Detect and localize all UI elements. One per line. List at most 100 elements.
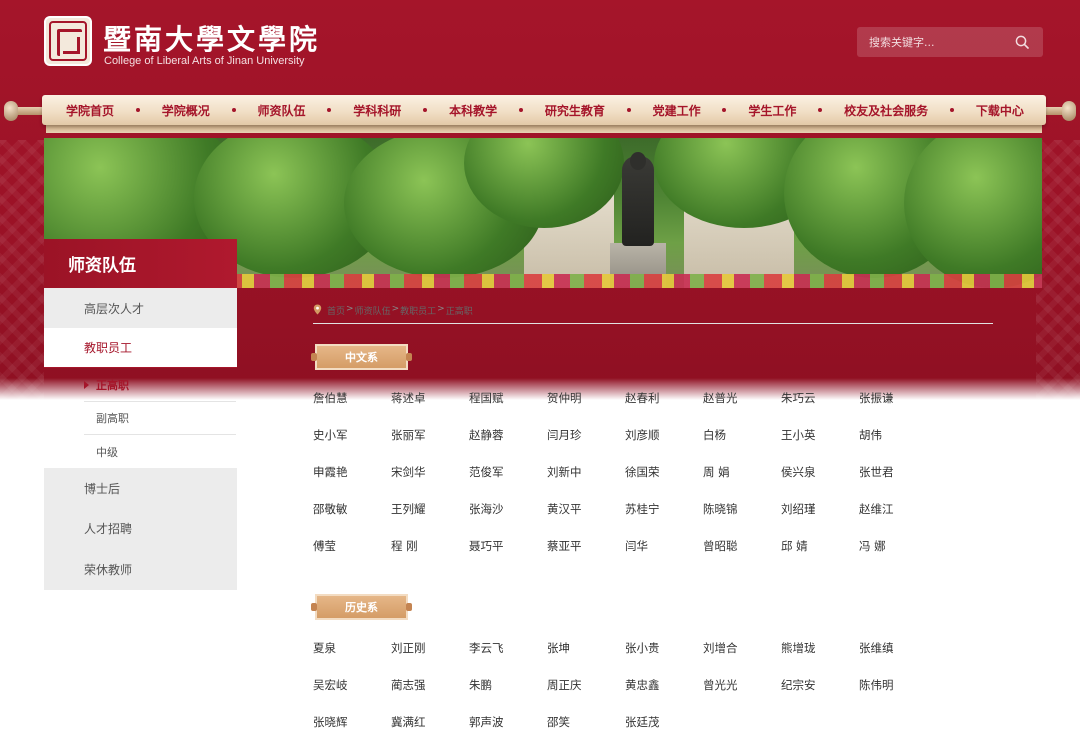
nav-item-undergraduate[interactable]: 本科教学 — [449, 102, 497, 119]
faculty-name-link[interactable]: 吴宏岐 — [313, 677, 391, 714]
faculty-name-link[interactable]: 李云飞 — [469, 640, 547, 677]
faculty-name-link[interactable]: 王小英 — [781, 427, 859, 464]
search-button[interactable] — [1007, 27, 1037, 57]
faculty-name-link[interactable]: 张廷茂 — [625, 714, 703, 738]
nav-item-home[interactable]: 学院首页 — [66, 102, 114, 119]
location-pin-icon — [313, 304, 322, 315]
faculty-name-link[interactable]: 赵普光 — [703, 390, 781, 427]
nav-separator-dot — [423, 108, 428, 112]
faculty-name-link[interactable]: 朱巧云 — [781, 390, 859, 427]
nav-separator-dot — [818, 108, 823, 112]
faculty-name-link[interactable]: 邵笑 — [547, 714, 625, 738]
breadcrumb-faculty[interactable]: 师资队伍 — [355, 304, 391, 317]
faculty-name-link[interactable]: 聂巧平 — [469, 538, 547, 575]
faculty-name-link[interactable]: 陈晓锦 — [703, 501, 781, 538]
faculty-name-link[interactable]: 闫华 — [625, 538, 703, 575]
faculty-name-link[interactable]: 蒋述卓 — [391, 390, 469, 427]
faculty-name-link[interactable]: 宋剑华 — [391, 464, 469, 501]
faculty-name-link[interactable]: 张坤 — [547, 640, 625, 677]
college-title-en: College of Liberal Arts of Jinan Univers… — [104, 55, 305, 67]
nav-item-overview[interactable]: 学院概况 — [162, 102, 210, 119]
faculty-name-link[interactable]: 程国赋 — [469, 390, 547, 427]
faculty-name-link[interactable]: 张振谦 — [859, 390, 937, 427]
faculty-name-link[interactable]: 郭声波 — [469, 714, 547, 738]
faculty-name-link[interactable]: 黄忠鑫 — [625, 677, 703, 714]
faculty-name-link[interactable]: 张海沙 — [469, 501, 547, 538]
faculty-name-link[interactable]: 黄汉平 — [547, 501, 625, 538]
faculty-name-link[interactable]: 贺仲明 — [547, 390, 625, 427]
faculty-name-link[interactable]: 纪宗安 — [781, 677, 859, 714]
faculty-name-link[interactable]: 胡伟 — [859, 427, 937, 464]
faculty-name-link[interactable]: 张丽军 — [391, 427, 469, 464]
nav-item-students[interactable]: 学生工作 — [748, 102, 796, 119]
nav-separator-dot — [231, 108, 236, 112]
nav-item-faculty[interactable]: 师资队伍 — [258, 102, 306, 119]
faculty-name-link[interactable]: 曾昭聪 — [703, 538, 781, 575]
sidebar-item-recruitment[interactable]: 人才招聘 — [44, 508, 237, 548]
sidebar-subitem-intermediate[interactable]: 中级 — [84, 435, 236, 468]
faculty-name-link[interactable]: 范俊军 — [469, 464, 547, 501]
faculty-grid-chinese: 詹伯慧 蒋述卓 程国赋 贺仲明 赵春利 赵普光 朱巧云 张振谦史小军 张丽军 赵静蓉 闫月珍 刘彦顺白… — [313, 390, 937, 575]
faculty-name-link[interactable]: 张小贵 — [625, 640, 703, 677]
faculty-name-link[interactable]: 冯 娜 — [859, 538, 937, 575]
faculty-name-link[interactable]: 苏桂宁 — [625, 501, 703, 538]
faculty-name-link[interactable]: 申霞艳 — [313, 464, 391, 501]
nav-item-downloads[interactable]: 下载中心 — [976, 102, 1024, 119]
faculty-name-link[interactable]: 刘彦顺 — [625, 427, 703, 464]
faculty-name-link[interactable]: 周 娟 — [703, 464, 781, 501]
faculty-name-link[interactable]: 朱鹏 — [469, 677, 547, 714]
breadcrumb-current: 正高职 — [445, 307, 473, 317]
sidebar-item-postdoc[interactable]: 博士后 — [44, 468, 237, 508]
faculty-name-link[interactable]: 徐国荣 — [625, 464, 703, 501]
faculty-name-link[interactable]: 赵静蓉 — [469, 427, 547, 464]
faculty-name-link[interactable]: 傅莹 — [313, 538, 391, 575]
faculty-name-link[interactable]: 白杨 — [703, 427, 781, 464]
main-nav: 学院首页 学院概况 师资队伍 学科科研 本科教学 研究生教育 党建工作 学生工作… — [42, 95, 1046, 125]
faculty-name-link[interactable]: 王列耀 — [391, 501, 469, 538]
faculty-name-link[interactable]: 张晓辉 — [313, 714, 391, 738]
nav-item-party[interactable]: 党建工作 — [653, 102, 701, 119]
tree-shape — [904, 138, 1042, 288]
nav-item-alumni[interactable]: 校友及社会服务 — [844, 102, 928, 119]
faculty-name-link[interactable]: 赵维江 — [859, 501, 937, 538]
nav-item-graduate[interactable]: 研究生教育 — [545, 102, 605, 119]
faculty-name-link[interactable]: 史小军 — [313, 427, 391, 464]
faculty-name-link[interactable]: 闫月珍 — [547, 427, 625, 464]
faculty-name-link[interactable]: 熊增珑 — [781, 640, 859, 677]
breadcrumb-separator: > — [391, 304, 400, 314]
faculty-name-link[interactable]: 邱 婧 — [781, 538, 859, 575]
faculty-name-link[interactable]: 程 刚 — [391, 538, 469, 575]
college-logo[interactable] — [44, 16, 92, 66]
faculty-name-link[interactable]: 刘正刚 — [391, 640, 469, 677]
faculty-name-link[interactable]: 周正庆 — [547, 677, 625, 714]
breadcrumb-home[interactable]: 首页 — [327, 304, 345, 317]
faculty-name-link[interactable]: 蔺志强 — [391, 677, 469, 714]
faculty-name-link[interactable]: 邵敬敏 — [313, 501, 391, 538]
nav-item-research[interactable]: 学科科研 — [353, 102, 401, 119]
sidebar-item-retired[interactable]: 荣休教师 — [44, 548, 237, 590]
faculty-name-link[interactable]: 侯兴泉 — [781, 464, 859, 501]
nav-separator-dot — [626, 108, 631, 112]
faculty-name-link[interactable]: 陈伟明 — [859, 677, 937, 714]
faculty-name-link[interactable]: 蔡亚平 — [547, 538, 625, 575]
faculty-name-link[interactable]: 詹伯慧 — [313, 390, 391, 427]
breadcrumb-separator: > — [437, 304, 445, 314]
college-title-cn: 暨南大學文學院 — [103, 23, 321, 56]
faculty-name-link[interactable]: 刘新中 — [547, 464, 625, 501]
department-tag-history: 历史系 — [311, 594, 412, 620]
faculty-name-link[interactable]: 曾光光 — [703, 677, 781, 714]
faculty-name-link[interactable]: 赵春利 — [625, 390, 703, 427]
search-input[interactable] — [857, 35, 1007, 49]
sidebar-subitem-full-professor[interactable]: 正高职 — [84, 369, 236, 402]
sidebar-item-high-level-talent[interactable]: 高层次人才 — [44, 288, 237, 328]
sidebar-item-staff[interactable]: 教职员工 — [44, 328, 237, 368]
faculty-name-link[interactable]: 刘增合 — [703, 640, 781, 677]
faculty-name-link[interactable]: 夏泉 — [313, 640, 391, 677]
seal-icon — [49, 21, 87, 61]
faculty-name-link[interactable]: 刘绍瑾 — [781, 501, 859, 538]
faculty-name-link[interactable]: 张世君 — [859, 464, 937, 501]
breadcrumb-staff[interactable]: 教职员工 — [400, 304, 436, 317]
faculty-name-link[interactable]: 张维缜 — [859, 640, 937, 677]
sidebar-subitem-associate[interactable]: 副高职 — [84, 402, 236, 435]
faculty-name-link[interactable]: 冀满红 — [391, 714, 469, 738]
